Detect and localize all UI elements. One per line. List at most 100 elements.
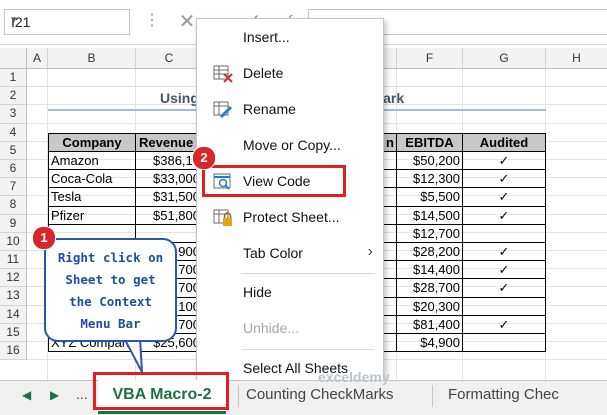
column-header-b[interactable]: B xyxy=(48,48,136,69)
cell-audited[interactable] xyxy=(463,297,546,316)
menu-item-protect-sheet[interactable]: Protect Sheet... xyxy=(197,201,383,235)
cell-audited[interactable] xyxy=(463,334,546,353)
cell-ebitda[interactable]: $81,400 xyxy=(397,315,463,334)
menu-item-hide[interactable]: Hide xyxy=(197,276,383,310)
row-header-1[interactable]: 1 xyxy=(0,69,27,88)
column-header-g[interactable]: G xyxy=(463,48,546,69)
tab-scroll-right-icon[interactable]: ▶ xyxy=(50,388,59,402)
cell-revenue[interactable]: $33,000 xyxy=(136,170,203,189)
cell-audited[interactable]: ✓ xyxy=(463,279,546,298)
sheet-title-left: Using xyxy=(160,90,199,106)
cell-company[interactable]: Coca-Cola xyxy=(48,170,136,189)
delete-sheet-icon xyxy=(213,65,233,83)
menu-item-rename[interactable]: Rename xyxy=(197,93,383,127)
row-header-7[interactable]: 7 xyxy=(0,178,27,197)
sheet-tab-counting-checkmarks[interactable]: Counting CheckMarks xyxy=(246,380,426,414)
menu-item-label: Insert... xyxy=(243,29,290,45)
row-header-11[interactable]: 11 xyxy=(0,251,27,270)
rename-sheet-icon xyxy=(213,101,233,119)
row-header-2[interactable]: 2 xyxy=(0,87,27,106)
menu-item-tab-color[interactable]: Tab Color › xyxy=(197,237,383,271)
callout-line: the Context xyxy=(69,294,152,309)
cell-audited[interactable]: ✓ xyxy=(463,188,546,207)
context-menu: Insert... Delete Rename Move or Copy... … xyxy=(196,18,384,392)
protect-sheet-icon xyxy=(213,209,233,227)
row-header-4[interactable]: 4 xyxy=(0,123,27,142)
cell-revenue[interactable]: $31,500 xyxy=(136,188,203,207)
tab-scroll-left-icon[interactable]: ◀ xyxy=(22,388,31,402)
callout-line: Menu Bar xyxy=(80,316,141,331)
step-1-badge: 1 xyxy=(32,226,56,250)
column-header-h[interactable]: H xyxy=(546,48,607,69)
cell-ebitda[interactable]: $14,500 xyxy=(397,206,463,225)
menu-item-label: Tab Color xyxy=(243,245,303,261)
row-header-13[interactable]: 13 xyxy=(0,287,27,306)
name-box-dropdown-icon[interactable]: ▾ xyxy=(11,13,123,26)
callout-line: Sheet to get xyxy=(65,272,156,287)
header-audited: Audited xyxy=(463,133,546,152)
active-tab-highlight xyxy=(93,372,229,410)
cell-audited[interactable]: ✓ xyxy=(463,152,546,171)
menu-item-label: Move or Copy... xyxy=(243,137,341,153)
cell-audited[interactable]: ✓ xyxy=(463,243,546,262)
cell-audited[interactable]: ✓ xyxy=(463,206,546,225)
select-all-corner[interactable] xyxy=(0,48,27,69)
menu-item-label: Unhide... xyxy=(243,320,300,336)
menu-item-unhide: Unhide... xyxy=(197,312,383,346)
column-header-f[interactable]: F xyxy=(397,48,463,69)
column-header-a[interactable]: A xyxy=(27,48,48,69)
header-company: Company xyxy=(48,133,136,152)
cell-company[interactable]: Pfizer xyxy=(48,206,136,225)
row-header-5[interactable]: 5 xyxy=(0,141,27,160)
tab-divider xyxy=(238,385,239,407)
cell-revenue[interactable]: $51,800 xyxy=(136,206,203,225)
cell-company[interactable]: Amazon xyxy=(48,152,136,171)
callout-line: Right click on xyxy=(57,250,164,265)
menu-item-label: Protect Sheet... xyxy=(243,209,340,225)
row-header-6[interactable]: 6 xyxy=(0,160,27,179)
row-header-12[interactable]: 12 xyxy=(0,269,27,288)
cell-ebitda[interactable]: $12,700 xyxy=(397,224,463,243)
formula-bar-grip-icon: ⋮ xyxy=(144,12,160,29)
callout-pointer xyxy=(122,338,143,373)
instruction-callout: Right click on Sheet to get the Context … xyxy=(44,238,177,342)
exceldemy-watermark: exceldemy xyxy=(318,369,390,385)
row-header-3[interactable]: 3 xyxy=(0,105,27,124)
cell-audited[interactable]: ✓ xyxy=(463,315,546,334)
cell-ebitda[interactable]: $14,400 xyxy=(397,261,463,280)
header-revenue: Revenue xyxy=(136,133,203,152)
cell-audited[interactable] xyxy=(463,224,546,243)
cell-company[interactable]: Tesla xyxy=(48,188,136,207)
menu-item-delete[interactable]: Delete xyxy=(197,57,383,91)
row-header-15[interactable]: 15 xyxy=(0,323,27,342)
menu-item-move-or-copy[interactable]: Move or Copy... xyxy=(197,129,383,163)
menu-item-label: Hide xyxy=(243,284,272,300)
row-header-8[interactable]: 8 xyxy=(0,196,27,215)
cell-ebitda[interactable]: $50,200 xyxy=(397,152,463,171)
name-box[interactable]: I21 ▾ xyxy=(4,9,130,35)
cell-audited[interactable]: ✓ xyxy=(463,261,546,280)
column-header-c[interactable]: C xyxy=(136,48,203,69)
cell-audited[interactable]: ✓ xyxy=(463,170,546,189)
tab-divider xyxy=(432,385,433,407)
submenu-arrow-icon: › xyxy=(367,243,373,260)
view-code-highlight xyxy=(202,165,346,197)
sheet-tab-formatting-checkmarks[interactable]: Formatting Chec xyxy=(448,380,607,414)
menu-item-insert[interactable]: Insert... xyxy=(197,21,383,55)
more-tabs-icon[interactable]: ... xyxy=(76,386,88,402)
cell-ebitda[interactable]: $12,300 xyxy=(397,170,463,189)
row-header-10[interactable]: 10 xyxy=(0,232,27,251)
cell-ebitda[interactable]: $5,500 xyxy=(397,188,463,207)
step-2-badge: 2 xyxy=(192,146,216,170)
cell-ebitda[interactable]: $28,700 xyxy=(397,279,463,298)
menu-separator xyxy=(241,349,375,350)
menu-separator xyxy=(241,273,375,274)
row-header-9[interactable]: 9 xyxy=(0,214,27,233)
cell-ebitda[interactable]: $20,300 xyxy=(397,297,463,316)
cell-ebitda[interactable]: $28,200 xyxy=(397,243,463,262)
cell-ebitda[interactable]: $4,900 xyxy=(397,334,463,353)
row-header-16[interactable]: 16 xyxy=(0,342,27,361)
menu-item-label: Delete xyxy=(243,65,284,81)
row-header-14[interactable]: 14 xyxy=(0,305,27,324)
menu-item-label: Rename xyxy=(243,101,296,117)
